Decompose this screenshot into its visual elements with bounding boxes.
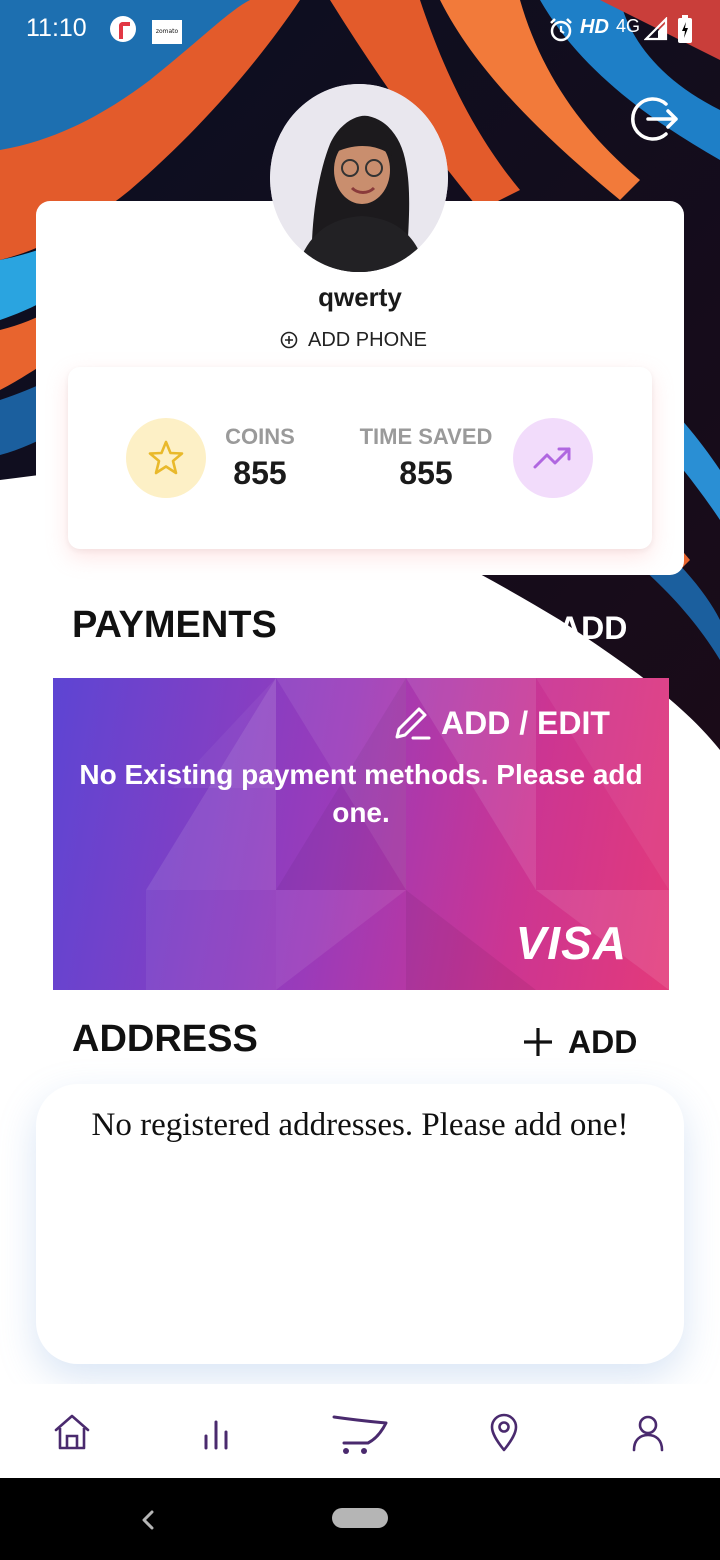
time-saved-label: TIME SAVED [359, 424, 493, 449]
add-edit-label: ADD / EDIT [441, 704, 610, 741]
add-address-button[interactable]: ADD [522, 1020, 637, 1064]
alarm-icon [550, 18, 572, 42]
system-nav-bar [0, 1478, 720, 1560]
plus-icon [514, 614, 542, 642]
add-phone-label: ADD PHONE [308, 328, 427, 351]
add-phone-button[interactable]: ADD PHONE [280, 327, 427, 353]
status-bar: 11:10 zomato HD 4G [0, 0, 720, 62]
coins-value: 855 [233, 455, 287, 491]
signal-icon [644, 17, 668, 41]
add-address-label: ADD [568, 1023, 638, 1060]
avatar[interactable] [270, 84, 448, 272]
status-time: 11:10 [26, 14, 87, 42]
nav-cart[interactable] [330, 1402, 390, 1462]
address-empty-message: No registered addresses. Please add one! [91, 1107, 629, 1143]
profile-username: qwerty [318, 282, 402, 312]
add-payment-label: ADD [558, 609, 628, 646]
address-card: No registered addresses. Please add one! [36, 1084, 684, 1364]
add-circle-icon [280, 331, 298, 349]
nav-location[interactable] [474, 1402, 534, 1462]
home-icon [54, 1414, 90, 1450]
bottom-nav [0, 1384, 720, 1478]
hd-indicator: HD [580, 16, 609, 38]
coins-label: COINS [225, 424, 295, 449]
nav-stats[interactable] [186, 1402, 246, 1462]
visa-logo: VISA [515, 917, 627, 969]
nav-home[interactable] [42, 1402, 102, 1462]
payments-title: PAYMENTS [72, 604, 277, 646]
stats-card: COINS 855 TIME SAVED 855 [68, 367, 652, 549]
stats-icon [204, 1420, 228, 1450]
notification-app-icon [110, 16, 136, 42]
add-payment-button[interactable]: ADD [512, 606, 627, 650]
back-icon[interactable] [134, 1502, 164, 1538]
add-edit-payment-button[interactable]: ADD / EDIT [391, 702, 610, 744]
profile-icon [632, 1415, 664, 1452]
payment-card[interactable]: ADD / EDIT No Existing payment methods. … [53, 678, 669, 990]
trending-up-icon [513, 418, 593, 498]
payment-empty-message: No Existing payment methods. Please add … [79, 759, 643, 828]
coins-icon [126, 418, 206, 498]
network-type: 4G [616, 16, 641, 36]
star-icon [148, 440, 184, 475]
battery-icon [678, 15, 692, 43]
logout-icon[interactable] [628, 92, 682, 146]
plus-icon [524, 1028, 552, 1056]
time-saved-value: 855 [399, 455, 453, 491]
zomato-notification-icon: zomato [152, 20, 182, 44]
location-icon [490, 1413, 518, 1452]
pencil-icon [395, 707, 431, 740]
home-pill[interactable] [332, 1508, 388, 1528]
cart-icon [332, 1415, 388, 1454]
nav-profile[interactable] [618, 1402, 678, 1462]
address-title: ADDRESS [72, 1018, 258, 1060]
